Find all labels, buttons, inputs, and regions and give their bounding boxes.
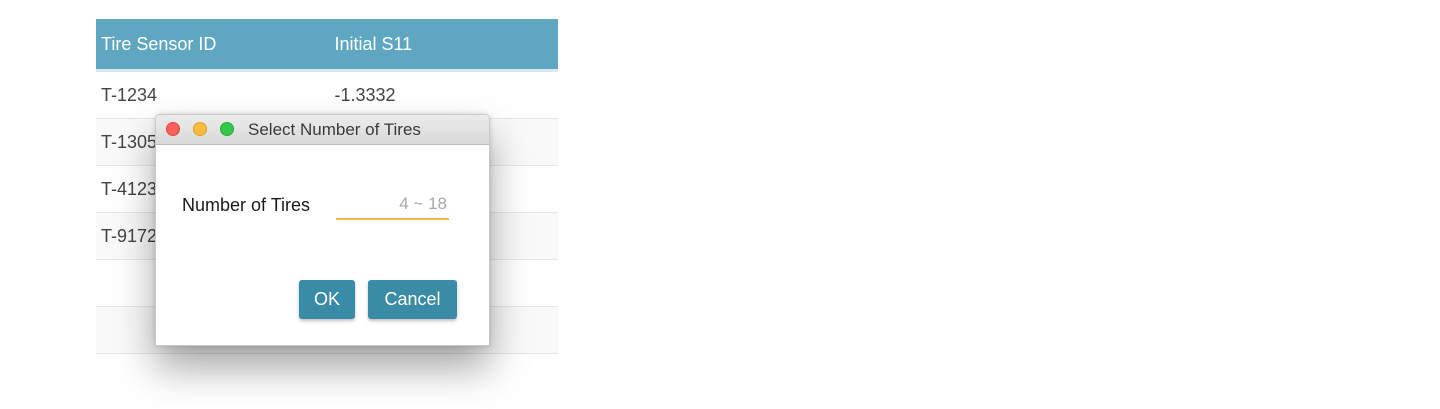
cell-initial-s11: -1.3332 <box>334 84 396 105</box>
dialog-title: Select Number of Tires <box>248 120 421 139</box>
number-of-tires-input[interactable] <box>336 190 449 220</box>
table-header: Tire Sensor ID Initial S11 <box>96 19 558 72</box>
maximize-window-icon[interactable] <box>220 122 234 136</box>
app-window: Tire Sensor ID Initial S11 T-1234 -1.333… <box>0 0 1440 409</box>
column-header-initial-s11[interactable]: Initial S11 <box>329 34 558 55</box>
minimize-window-icon[interactable] <box>193 122 207 136</box>
select-tires-dialog: Select Number of Tires Number of Tires O… <box>155 114 490 346</box>
close-window-icon[interactable] <box>166 122 180 136</box>
cell-tire-sensor-id: T-1234 <box>101 84 158 105</box>
ok-button[interactable]: OK <box>299 280 355 319</box>
number-of-tires-label: Number of Tires <box>182 195 311 215</box>
table-row[interactable]: T-1234 -1.3332 <box>96 72 558 119</box>
cancel-button[interactable]: Cancel <box>368 280 457 319</box>
column-header-tire-sensor-id[interactable]: Tire Sensor ID <box>96 34 329 55</box>
dialog-titlebar[interactable]: Select Number of Tires <box>156 115 489 145</box>
